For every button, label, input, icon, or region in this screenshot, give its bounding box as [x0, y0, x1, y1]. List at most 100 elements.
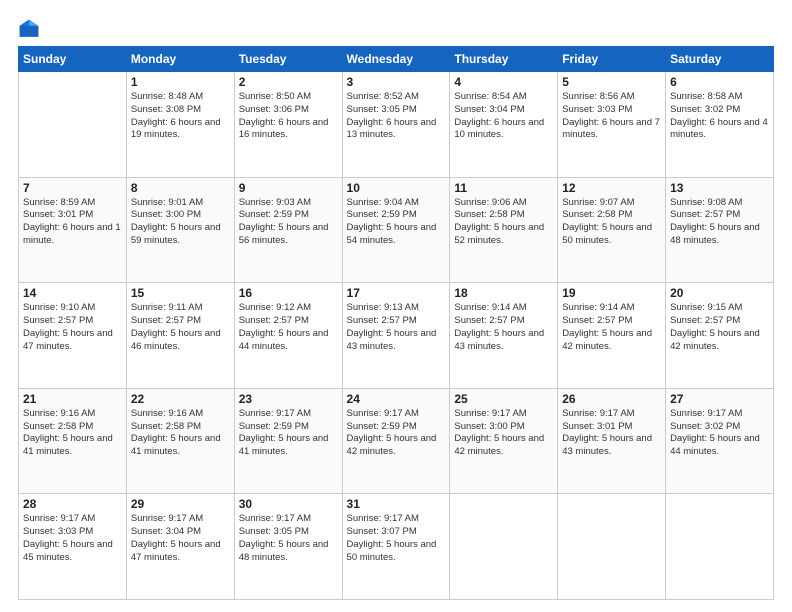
calendar-cell: 2 Sunrise: 8:50 AM Sunset: 3:06 PM Daylig…	[234, 72, 342, 178]
day-info: Sunrise: 9:08 AM Sunset: 2:57 PM Dayligh…	[670, 197, 769, 248]
calendar-cell: 22 Sunrise: 9:16 AM Sunset: 2:58 PM Dayli…	[126, 388, 234, 494]
day-number: 11	[454, 181, 553, 195]
calendar-cell: 6Sunrise: 8:58 AM Sunset: 3:02 PM Daylig…	[666, 72, 774, 178]
calendar-cell: 3 Sunrise: 8:52 AM Sunset: 3:05 PM Daylig…	[342, 72, 450, 178]
calendar-cell: 17 Sunrise: 9:13 AM Sunset: 2:57 PM Dayli…	[342, 283, 450, 389]
calendar-week-row: 1Sunrise: 8:48 AM Sunset: 3:08 PM Daylig…	[19, 72, 774, 178]
day-info: Sunrise: 8:52 AM Sunset: 3:05 PM Dayligh…	[347, 91, 446, 142]
weekday-header-saturday: Saturday	[666, 47, 774, 72]
day-number: 14	[23, 286, 122, 300]
day-number: 15	[131, 286, 230, 300]
weekday-header-sunday: Sunday	[19, 47, 127, 72]
day-info: Sunrise: 8:56 AM Sunset: 3:03 PM Dayligh…	[562, 91, 661, 142]
calendar-cell: 14 Sunrise: 9:10 AM Sunset: 2:57 PM Dayli…	[19, 283, 127, 389]
day-number: 3	[347, 75, 446, 89]
day-number: 10	[347, 181, 446, 195]
day-number: 25	[454, 392, 553, 406]
calendar-cell: 16 Sunrise: 9:12 AM Sunset: 2:57 PM Dayli…	[234, 283, 342, 389]
day-number: 23	[239, 392, 338, 406]
logo-icon	[18, 18, 40, 40]
day-number: 18	[454, 286, 553, 300]
day-info: Sunrise: 9:17 AM Sunset: 2:59 PM Dayligh…	[239, 408, 338, 459]
day-number: 2	[239, 75, 338, 89]
day-info: Sunrise: 9:04 AM Sunset: 2:59 PM Dayligh…	[347, 197, 446, 248]
day-number: 21	[23, 392, 122, 406]
weekday-header-row: SundayMondayTuesdayWednesdayThursdayFrid…	[19, 47, 774, 72]
calendar-cell: 28 Sunrise: 9:17 AM Sunset: 3:03 PM Dayli…	[19, 494, 127, 600]
weekday-header-monday: Monday	[126, 47, 234, 72]
weekday-header-friday: Friday	[558, 47, 666, 72]
day-info: Sunrise: 9:17 AM Sunset: 3:00 PM Dayligh…	[454, 408, 553, 459]
calendar-cell: 9 Sunrise: 9:03 AM Sunset: 2:59 PM Daylig…	[234, 177, 342, 283]
calendar-cell	[558, 494, 666, 600]
day-info: Sunrise: 9:12 AM Sunset: 2:57 PM Dayligh…	[239, 302, 338, 353]
calendar-cell: 15 Sunrise: 9:11 AM Sunset: 2:57 PM Dayli…	[126, 283, 234, 389]
day-number: 12	[562, 181, 661, 195]
day-info: Sunrise: 9:17 AM Sunset: 3:05 PM Dayligh…	[239, 513, 338, 564]
day-number: 8	[131, 181, 230, 195]
day-info: Sunrise: 9:16 AM Sunset: 2:58 PM Dayligh…	[131, 408, 230, 459]
calendar-cell	[19, 72, 127, 178]
calendar-cell: 7Sunrise: 8:59 AM Sunset: 3:01 PM Daylig…	[19, 177, 127, 283]
day-number: 13	[670, 181, 769, 195]
calendar-week-row: 21 Sunrise: 9:16 AM Sunset: 2:58 PM Dayli…	[19, 388, 774, 494]
day-number: 4	[454, 75, 553, 89]
day-number: 9	[239, 181, 338, 195]
calendar-cell: 19 Sunrise: 9:14 AM Sunset: 2:57 PM Dayli…	[558, 283, 666, 389]
calendar-cell: 11Sunrise: 9:06 AM Sunset: 2:58 PM Dayli…	[450, 177, 558, 283]
day-number: 31	[347, 497, 446, 511]
calendar-cell: 8Sunrise: 9:01 AM Sunset: 3:00 PM Daylig…	[126, 177, 234, 283]
day-number: 30	[239, 497, 338, 511]
header	[18, 18, 774, 40]
calendar-cell: 12Sunrise: 9:07 AM Sunset: 2:58 PM Dayli…	[558, 177, 666, 283]
calendar-week-row: 14 Sunrise: 9:10 AM Sunset: 2:57 PM Dayli…	[19, 283, 774, 389]
day-info: Sunrise: 9:17 AM Sunset: 3:07 PM Dayligh…	[347, 513, 446, 564]
day-number: 19	[562, 286, 661, 300]
day-info: Sunrise: 9:17 AM Sunset: 2:59 PM Dayligh…	[347, 408, 446, 459]
calendar-week-row: 7Sunrise: 8:59 AM Sunset: 3:01 PM Daylig…	[19, 177, 774, 283]
page: SundayMondayTuesdayWednesdayThursdayFrid…	[0, 0, 792, 612]
day-number: 16	[239, 286, 338, 300]
day-number: 24	[347, 392, 446, 406]
day-info: Sunrise: 9:17 AM Sunset: 3:01 PM Dayligh…	[562, 408, 661, 459]
calendar-cell: 10 Sunrise: 9:04 AM Sunset: 2:59 PM Dayli…	[342, 177, 450, 283]
calendar-cell: 30 Sunrise: 9:17 AM Sunset: 3:05 PM Dayli…	[234, 494, 342, 600]
day-info: Sunrise: 9:11 AM Sunset: 2:57 PM Dayligh…	[131, 302, 230, 353]
calendar-cell: 13 Sunrise: 9:08 AM Sunset: 2:57 PM Dayli…	[666, 177, 774, 283]
weekday-header-wednesday: Wednesday	[342, 47, 450, 72]
day-info: Sunrise: 9:17 AM Sunset: 3:04 PM Dayligh…	[131, 513, 230, 564]
calendar-cell: 24 Sunrise: 9:17 AM Sunset: 2:59 PM Dayli…	[342, 388, 450, 494]
calendar-cell: 25 Sunrise: 9:17 AM Sunset: 3:00 PM Dayli…	[450, 388, 558, 494]
day-info: Sunrise: 9:15 AM Sunset: 2:57 PM Dayligh…	[670, 302, 769, 353]
day-info: Sunrise: 9:16 AM Sunset: 2:58 PM Dayligh…	[23, 408, 122, 459]
day-number: 26	[562, 392, 661, 406]
day-info: Sunrise: 9:03 AM Sunset: 2:59 PM Dayligh…	[239, 197, 338, 248]
day-info: Sunrise: 8:54 AM Sunset: 3:04 PM Dayligh…	[454, 91, 553, 142]
calendar-cell	[450, 494, 558, 600]
day-number: 6	[670, 75, 769, 89]
day-info: Sunrise: 9:17 AM Sunset: 3:03 PM Dayligh…	[23, 513, 122, 564]
day-info: Sunrise: 9:10 AM Sunset: 2:57 PM Dayligh…	[23, 302, 122, 353]
calendar-cell: 18Sunrise: 9:14 AM Sunset: 2:57 PM Dayli…	[450, 283, 558, 389]
day-info: Sunrise: 9:14 AM Sunset: 2:57 PM Dayligh…	[562, 302, 661, 353]
calendar-cell: 21 Sunrise: 9:16 AM Sunset: 2:58 PM Dayli…	[19, 388, 127, 494]
logo	[18, 18, 44, 40]
day-number: 22	[131, 392, 230, 406]
day-number: 27	[670, 392, 769, 406]
weekday-header-thursday: Thursday	[450, 47, 558, 72]
day-info: Sunrise: 8:50 AM Sunset: 3:06 PM Dayligh…	[239, 91, 338, 142]
calendar-cell: 27Sunrise: 9:17 AM Sunset: 3:02 PM Dayli…	[666, 388, 774, 494]
calendar-cell	[666, 494, 774, 600]
calendar-cell: 20Sunrise: 9:15 AM Sunset: 2:57 PM Dayli…	[666, 283, 774, 389]
day-info: Sunrise: 9:13 AM Sunset: 2:57 PM Dayligh…	[347, 302, 446, 353]
day-number: 29	[131, 497, 230, 511]
calendar-table: SundayMondayTuesdayWednesdayThursdayFrid…	[18, 46, 774, 600]
day-number: 17	[347, 286, 446, 300]
day-number: 5	[562, 75, 661, 89]
calendar-cell: 5 Sunrise: 8:56 AM Sunset: 3:03 PM Daylig…	[558, 72, 666, 178]
day-number: 28	[23, 497, 122, 511]
day-number: 1	[131, 75, 230, 89]
calendar-cell: 23 Sunrise: 9:17 AM Sunset: 2:59 PM Dayli…	[234, 388, 342, 494]
calendar-cell: 31 Sunrise: 9:17 AM Sunset: 3:07 PM Dayli…	[342, 494, 450, 600]
calendar-cell: 26 Sunrise: 9:17 AM Sunset: 3:01 PM Dayli…	[558, 388, 666, 494]
